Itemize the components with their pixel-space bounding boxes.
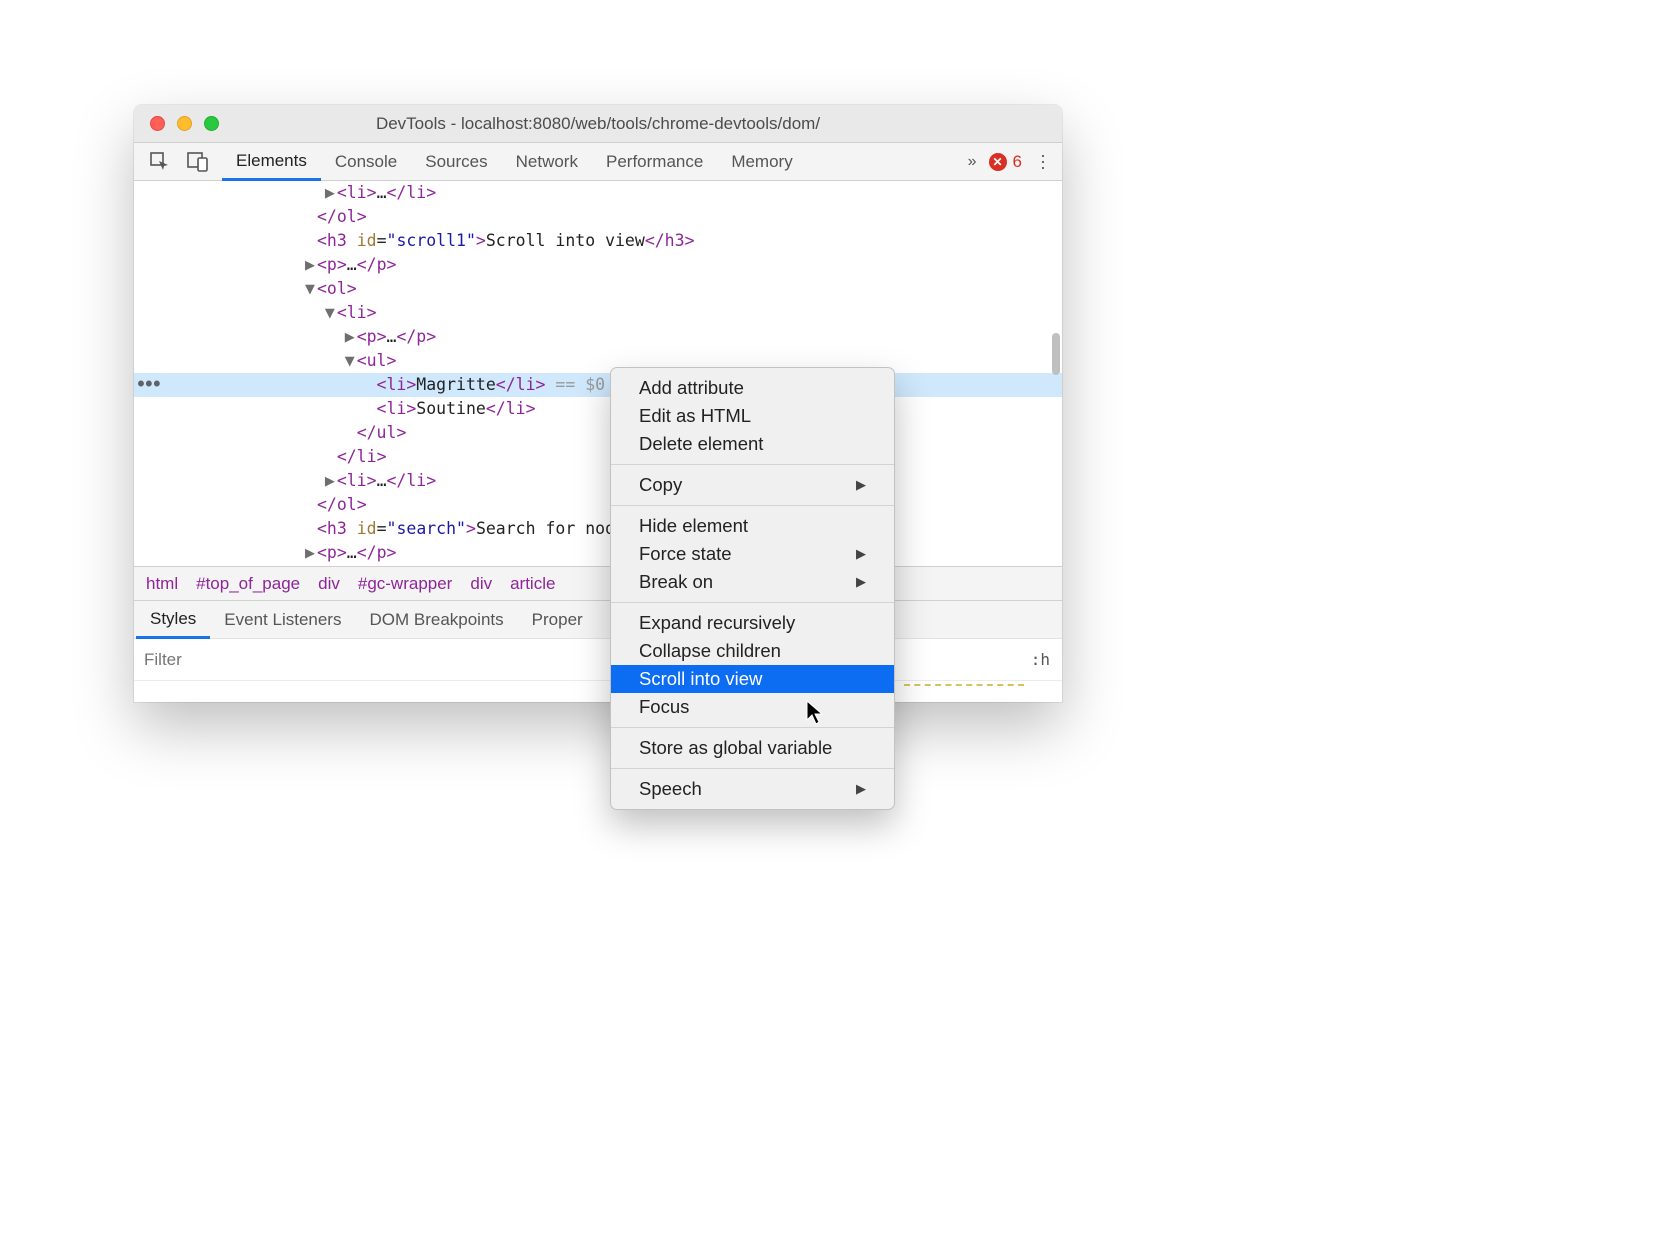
submenu-arrow-icon: ▶	[856, 477, 866, 493]
context-menu-label: Edit as HTML	[639, 405, 751, 427]
dom-line[interactable]: </li>	[134, 445, 1062, 469]
context-menu-item-store-as-global-variable[interactable]: Store as global variable	[611, 734, 894, 762]
styles-filter-row: :h	[134, 638, 1062, 680]
context-menu-separator	[611, 505, 894, 506]
context-menu-label: Add attribute	[639, 377, 744, 399]
error-icon: ✕	[989, 153, 1007, 171]
context-menu-separator	[611, 464, 894, 465]
dom-line[interactable]: ▼<ol>	[134, 277, 1062, 301]
context-menu-item-collapse-children[interactable]: Collapse children	[611, 637, 894, 665]
tab-network[interactable]: Network	[502, 143, 592, 181]
kebab-menu-icon[interactable]: ⋯	[1034, 153, 1052, 171]
dom-line[interactable]: ▼<li>	[134, 301, 1062, 325]
breadcrumb-item[interactable]: #gc-wrapper	[354, 574, 457, 594]
tab-sources[interactable]: Sources	[411, 143, 501, 181]
context-menu-item-speech[interactable]: Speech ▶	[611, 775, 894, 803]
dom-line[interactable]: ▶<p>…</p>	[134, 325, 1062, 349]
filter-input[interactable]	[134, 639, 1031, 680]
breadcrumb-item[interactable]: div	[466, 574, 496, 594]
window-title: DevTools - localhost:8080/web/tools/chro…	[134, 114, 1062, 134]
dom-line[interactable]: ••• <li>Magritte</li> == $0	[134, 373, 1062, 397]
dom-line[interactable]: </ol>	[134, 205, 1062, 229]
context-menu-separator	[611, 602, 894, 603]
breadcrumb-item[interactable]: #top_of_page	[192, 574, 304, 594]
subtab-proper[interactable]: Proper	[518, 601, 597, 639]
context-menu: Add attribute Edit as HTML Delete element C…	[610, 367, 895, 810]
styles-tabs: StylesEvent ListenersDOM BreakpointsProp…	[134, 600, 1062, 638]
context-menu-label: Hide element	[639, 515, 748, 537]
main-toolbar: ElementsConsoleSourcesNetworkPerformance…	[134, 143, 1062, 181]
dom-line[interactable]: </ol>	[134, 493, 1062, 517]
panel-tabs: ElementsConsoleSourcesNetworkPerformance…	[222, 143, 807, 181]
submenu-arrow-icon: ▶	[856, 574, 866, 590]
context-menu-label: Store as global variable	[639, 737, 832, 759]
context-menu-label: Delete element	[639, 433, 763, 455]
dom-line[interactable]: ▶<li>…</li>	[134, 469, 1062, 493]
close-window-button[interactable]	[150, 116, 165, 131]
subtab-dom-breakpoints[interactable]: DOM Breakpoints	[355, 601, 517, 639]
scrollbar-thumb[interactable]	[1052, 333, 1060, 375]
error-badge[interactable]: ✕ 6	[989, 152, 1022, 172]
context-menu-item-break-on[interactable]: Break on ▶	[611, 568, 894, 596]
context-menu-separator	[611, 768, 894, 769]
breadcrumb-item[interactable]: div	[314, 574, 344, 594]
submenu-arrow-icon: ▶	[856, 546, 866, 562]
context-menu-label: Focus	[639, 696, 689, 718]
dom-line[interactable]: <h3 id="scroll1">Scroll into view</h3>	[134, 229, 1062, 253]
tab-performance[interactable]: Performance	[592, 143, 717, 181]
devtools-window: DevTools - localhost:8080/web/tools/chro…	[134, 105, 1062, 702]
error-count: 6	[1013, 152, 1022, 172]
context-menu-item-copy[interactable]: Copy ▶	[611, 471, 894, 499]
device-toggle-icon[interactable]	[186, 150, 210, 174]
dom-line[interactable]: ▶<li>…</li>	[134, 181, 1062, 205]
dom-line[interactable]: </ul>	[134, 421, 1062, 445]
context-menu-item-edit-as-html[interactable]: Edit as HTML	[611, 402, 894, 430]
dom-line[interactable]: <li>Soutine</li>	[134, 397, 1062, 421]
subtab-event-listeners[interactable]: Event Listeners	[210, 601, 355, 639]
context-menu-label: Speech	[639, 778, 702, 800]
context-menu-label: Expand recursively	[639, 612, 795, 634]
submenu-arrow-icon: ▶	[856, 781, 866, 797]
context-menu-item-add-attribute[interactable]: Add attribute	[611, 374, 894, 402]
context-menu-item-force-state[interactable]: Force state ▶	[611, 540, 894, 568]
overflow-tabs-icon[interactable]: »	[968, 153, 977, 171]
inherited-divider	[904, 684, 1024, 694]
context-menu-label: Force state	[639, 543, 732, 565]
tab-elements[interactable]: Elements	[222, 143, 321, 181]
context-menu-item-hide-element[interactable]: Hide element	[611, 512, 894, 540]
tab-console[interactable]: Console	[321, 143, 411, 181]
context-menu-label: Collapse children	[639, 640, 781, 662]
context-menu-separator	[611, 727, 894, 728]
tab-memory[interactable]: Memory	[717, 143, 806, 181]
context-menu-item-focus[interactable]: Focus	[611, 693, 894, 721]
breadcrumb: html #top_of_page div #gc-wrapper div article	[134, 566, 1062, 600]
breadcrumb-item[interactable]: html	[142, 574, 182, 594]
maximize-window-button[interactable]	[204, 116, 219, 131]
dom-line[interactable]: ▼<ul>	[134, 349, 1062, 373]
context-menu-label: Copy	[639, 474, 682, 496]
dom-line[interactable]: ▶<p>…</p>	[134, 253, 1062, 277]
dom-line[interactable]: <h3 id="search">Search for nodes</h3>	[134, 517, 1062, 541]
subtab-styles[interactable]: Styles	[136, 601, 210, 639]
inspect-element-icon[interactable]	[148, 150, 172, 174]
hover-state-label[interactable]: :h	[1031, 650, 1062, 669]
context-menu-item-scroll-into-view[interactable]: Scroll into view	[611, 665, 894, 693]
breadcrumb-item[interactable]: article	[506, 574, 559, 594]
context-menu-item-expand-recursively[interactable]: Expand recursively	[611, 609, 894, 637]
dom-line[interactable]: ▶<p>…</p>	[134, 541, 1062, 565]
context-menu-label: Scroll into view	[639, 668, 762, 690]
context-menu-item-delete-element[interactable]: Delete element	[611, 430, 894, 458]
context-menu-label: Break on	[639, 571, 713, 593]
elements-tree[interactable]: ▶<li>…</li> </ol> <h3 id="scroll1">Scrol…	[134, 181, 1062, 566]
window-controls	[134, 116, 219, 131]
titlebar: DevTools - localhost:8080/web/tools/chro…	[134, 105, 1062, 143]
styles-area	[134, 680, 1062, 702]
minimize-window-button[interactable]	[177, 116, 192, 131]
